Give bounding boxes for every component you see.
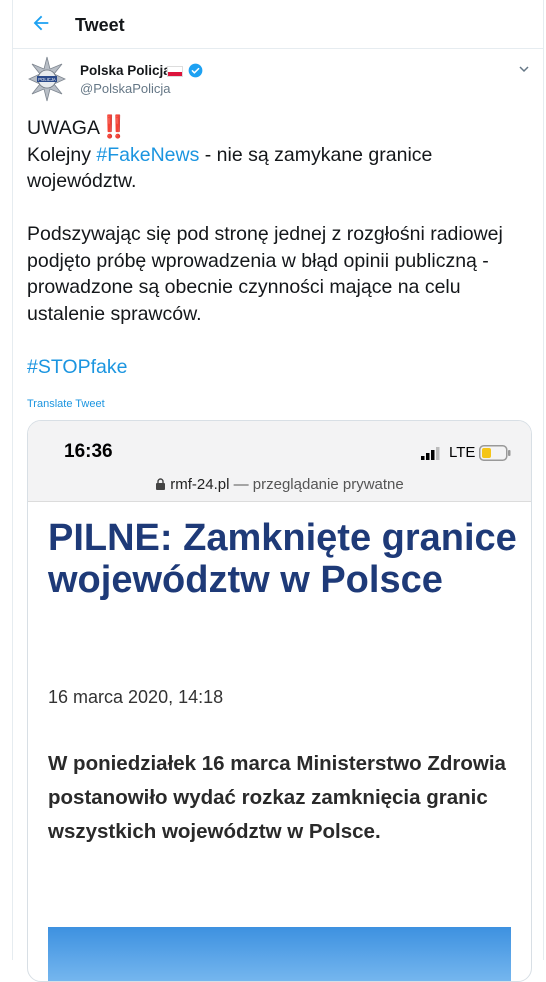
chevron-down-icon[interactable] [518,63,530,75]
svg-text:POLICJA: POLICJA [38,77,56,82]
browser-url-bar: rmf-24.pl — przeglądanie prywatne [28,476,531,493]
article-lead: W poniedziałek 16 marca Ministerstwo Zdr… [48,752,506,843]
url-domain: rmf-24.pl [170,476,230,493]
network-label: LTE [449,444,476,461]
author-handle[interactable]: @PolskaPolicja [80,81,171,96]
hashtag-stopfake[interactable]: #STOPfake [27,356,127,378]
article-date: 16 marca 2020, 14:18 [48,687,224,707]
author-name[interactable]: Polska Policja [80,63,171,78]
right-border [543,0,544,960]
lock-icon [156,478,166,490]
battery-low-icon [479,445,511,461]
page-title: Tweet [75,15,125,35]
url-mode: — przeglądanie prywatne [229,476,404,493]
warning-text: UWAGA [27,117,100,139]
phone-status-bar: 16:36 LTE rmf-24.pl — przeglądanie prywa… [28,421,531,502]
article-image [48,927,511,981]
tweet-body: UWAGA‼️ Kolejny #FakeNews - nie są zamyk… [27,114,527,380]
translate-tweet-link[interactable]: Translate Tweet [27,398,105,410]
verified-badge-icon [188,63,203,78]
poland-flag-icon [167,66,183,77]
tweet-header: Tweet [13,0,543,49]
line2-prefix: Kolejny [27,143,97,166]
tweet-line-warning: UWAGA‼️ [27,114,527,142]
hashtag-fakenews[interactable]: #FakeNews [96,144,199,166]
article-headline: PILNE: Zamknięte granice województw w Po… [48,517,517,601]
status-time: 16:36 [64,441,113,462]
signal-strength-icon [421,447,440,460]
tweet-paragraph-2: Podszywając się pod stronę jednej z rozg… [27,223,503,325]
tweet-media-screenshot[interactable]: 16:36 LTE rmf-24.pl — przeglądanie prywa… [27,420,532,982]
double-exclamation-icon: ‼️ [99,114,127,139]
tweet-line-fakenews: Kolejny #FakeNews - nie są zamykane gran… [27,142,527,195]
police-badge-star-icon[interactable]: POLICJA [28,56,66,102]
back-arrow-icon[interactable] [30,12,52,34]
left-border [12,0,13,960]
